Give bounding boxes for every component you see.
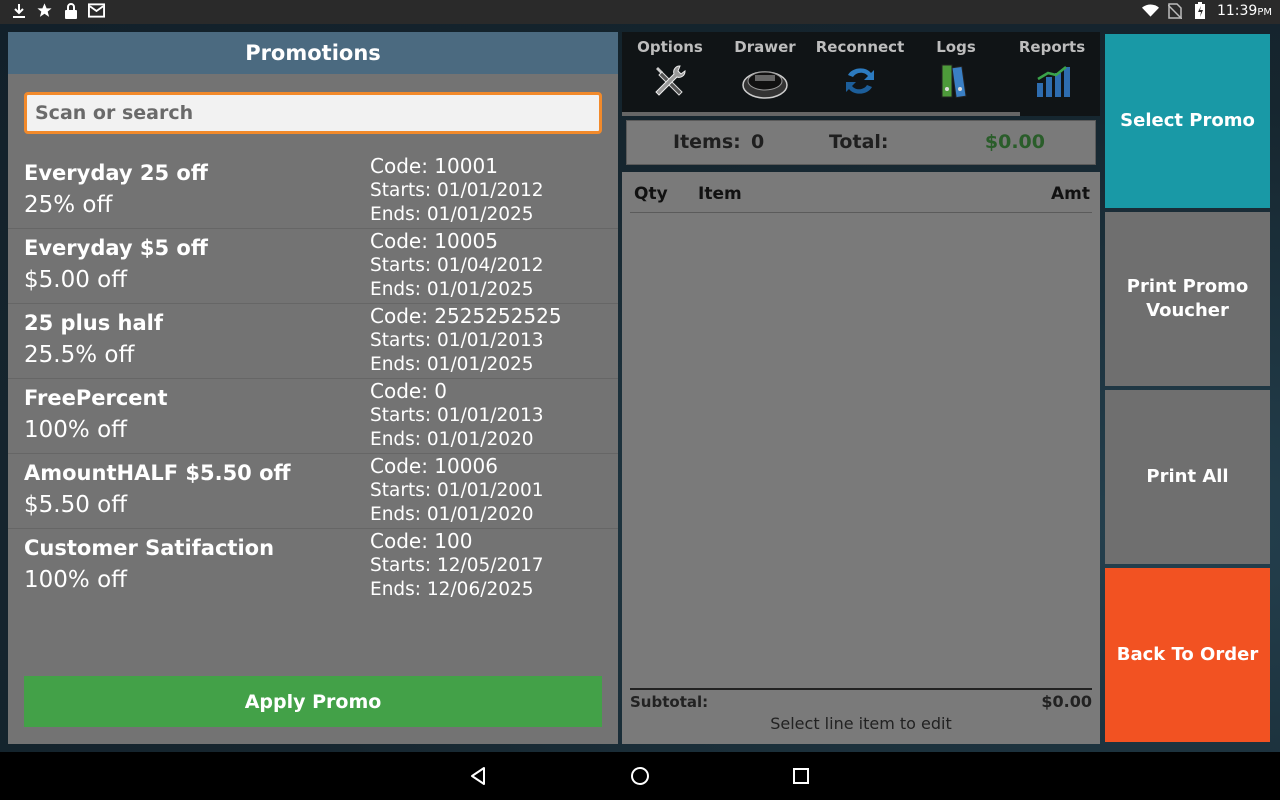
subtotal-label: Subtotal: <box>630 693 709 711</box>
no-sim-icon <box>1167 2 1184 19</box>
star-icon <box>36 2 53 19</box>
navigation-bar <box>0 752 1280 800</box>
promo-discount: 100% off <box>24 417 127 443</box>
column-item: Item <box>698 184 742 204</box>
promo-discount: 100% off <box>24 567 127 593</box>
toolbar-drawer[interactable]: Drawer <box>717 38 813 105</box>
toolbar-label: Logs <box>936 38 976 56</box>
promo-code: Code: 100 <box>370 529 473 553</box>
search-box <box>24 92 602 134</box>
promo-code: Code: 10006 <box>370 454 498 478</box>
promo-meta: Code: 10006 Starts: 01/01/2001 Ends: 01/… <box>370 454 544 528</box>
promo-name: Customer Satifaction <box>24 536 275 560</box>
promo-discount: 25% off <box>24 192 113 218</box>
total-label: Total: <box>829 131 889 153</box>
items-count: 0 <box>751 131 765 153</box>
order-summary: Items: 0 Total: $0.00 <box>626 120 1096 165</box>
panel-title: Promotions <box>8 32 618 74</box>
cash-drawer-icon <box>717 61 813 105</box>
promo-end: Ends: 01/01/2025 <box>370 279 534 300</box>
recents-icon[interactable] <box>789 764 813 788</box>
apply-promo-button[interactable]: Apply Promo <box>24 676 602 727</box>
search-input[interactable] <box>27 95 599 131</box>
promo-start: Starts: 01/01/2001 <box>370 479 544 501</box>
toolbar-options[interactable]: Options <box>622 38 718 105</box>
toolbar-label: Drawer <box>734 38 796 56</box>
order-list: Qty Item Amt Subtotal: $0.00 Select line… <box>622 172 1100 744</box>
promo-end: Ends: 01/01/2025 <box>370 354 534 375</box>
promo-item[interactable]: Everyday $5 off $5.00 off Code: 10005 St… <box>8 229 618 304</box>
download-icon <box>10 2 27 19</box>
home-icon[interactable] <box>628 764 652 788</box>
promo-end: Ends: 01/01/2020 <box>370 504 534 525</box>
logs-icon <box>908 61 1004 105</box>
promo-list: Everyday 25 off 25% off Code: 10001 Star… <box>8 154 618 604</box>
battery-icon <box>1192 2 1209 19</box>
promo-end: Ends: 01/01/2025 <box>370 204 534 225</box>
promo-code: Code: 2525252525 <box>370 304 562 328</box>
select-promo-button[interactable]: Select Promo <box>1105 34 1270 208</box>
promo-discount: 25.5% off <box>24 342 135 368</box>
header-divider <box>630 212 1092 213</box>
print-all-button[interactable]: Print All <box>1105 390 1270 564</box>
mail-icon <box>88 2 105 19</box>
print-promo-voucher-button[interactable]: Print Promo Voucher <box>1105 212 1270 386</box>
items-label: Items: <box>673 131 741 153</box>
promo-start: Starts: 01/01/2013 <box>370 404 544 426</box>
wifi-icon <box>1141 2 1159 19</box>
promo-code: Code: 0 <box>370 379 448 403</box>
column-qty: Qty <box>634 184 668 204</box>
promo-item[interactable]: AmountHALF $5.50 off $5.50 off Code: 100… <box>8 454 618 529</box>
toolbar-label: Reports <box>1018 38 1086 56</box>
promo-start: Starts: 01/01/2012 <box>370 179 544 201</box>
promo-name: Everyday $5 off <box>24 236 208 260</box>
subtotal-value: $0.00 <box>1041 692 1092 711</box>
total-value: $0.00 <box>984 131 1045 153</box>
reports-icon <box>1004 61 1100 105</box>
toolbar-logs[interactable]: Logs <box>908 38 1004 105</box>
promo-start: Starts: 01/01/2013 <box>370 329 544 351</box>
lock-icon <box>62 2 79 19</box>
toolbar-reports[interactable]: Reports <box>1004 38 1100 105</box>
toolbar-reconnect[interactable]: Reconnect <box>812 38 908 105</box>
promo-name: 25 plus half <box>24 311 163 335</box>
promo-meta: Code: 10005 Starts: 01/04/2012 Ends: 01/… <box>370 229 544 303</box>
status-bar: 11:39PM <box>0 0 1280 24</box>
promo-code: Code: 10005 <box>370 229 498 253</box>
promo-name: Everyday 25 off <box>24 161 208 185</box>
promo-start: Starts: 12/05/2017 <box>370 554 544 576</box>
promo-start: Starts: 01/04/2012 <box>370 254 544 276</box>
promo-end: Ends: 12/06/2025 <box>370 579 534 600</box>
promo-item[interactable]: Customer Satifaction 100% off Code: 100 … <box>8 529 618 604</box>
back-icon[interactable] <box>467 764 491 788</box>
column-amt: Amt <box>1051 184 1090 204</box>
promo-item[interactable]: 25 plus half 25.5% off Code: 2525252525 … <box>8 304 618 379</box>
toolbar-label: Reconnect <box>815 38 905 56</box>
tools-icon <box>622 61 718 105</box>
toolbar: Options Drawer Reconnect Logs Reports <box>622 32 1100 116</box>
status-time: 11:39PM <box>1216 2 1272 19</box>
back-to-order-button[interactable]: Back To Order <box>1105 568 1270 742</box>
edit-hint: Select line item to edit <box>770 714 952 733</box>
promo-discount: $5.00 off <box>24 267 128 293</box>
promo-name: FreePercent <box>24 386 168 410</box>
promo-meta: Code: 2525252525 Starts: 01/01/2013 Ends… <box>370 304 562 378</box>
promo-meta: Code: 10001 Starts: 01/01/2012 Ends: 01/… <box>370 154 544 228</box>
subtotal-divider <box>630 688 1092 690</box>
promo-discount: $5.50 off <box>24 492 128 518</box>
promo-meta: Code: 0 Starts: 01/01/2013 Ends: 01/01/2… <box>370 379 544 453</box>
promo-code: Code: 10001 <box>370 154 498 178</box>
reconnect-icon <box>812 61 908 105</box>
promo-item[interactable]: Everyday 25 off 25% off Code: 10001 Star… <box>8 154 618 229</box>
promo-name: AmountHALF $5.50 off <box>24 461 291 485</box>
toolbar-label: Options <box>637 38 703 56</box>
toolbar-divider <box>622 112 1020 116</box>
promo-meta: Code: 100 Starts: 12/05/2017 Ends: 12/06… <box>370 529 544 603</box>
promo-item[interactable]: FreePercent 100% off Code: 0 Starts: 01/… <box>8 379 618 454</box>
promotions-panel: Promotions Everyday 25 off 25% off Code:… <box>8 32 618 744</box>
promo-end: Ends: 01/01/2020 <box>370 429 534 450</box>
